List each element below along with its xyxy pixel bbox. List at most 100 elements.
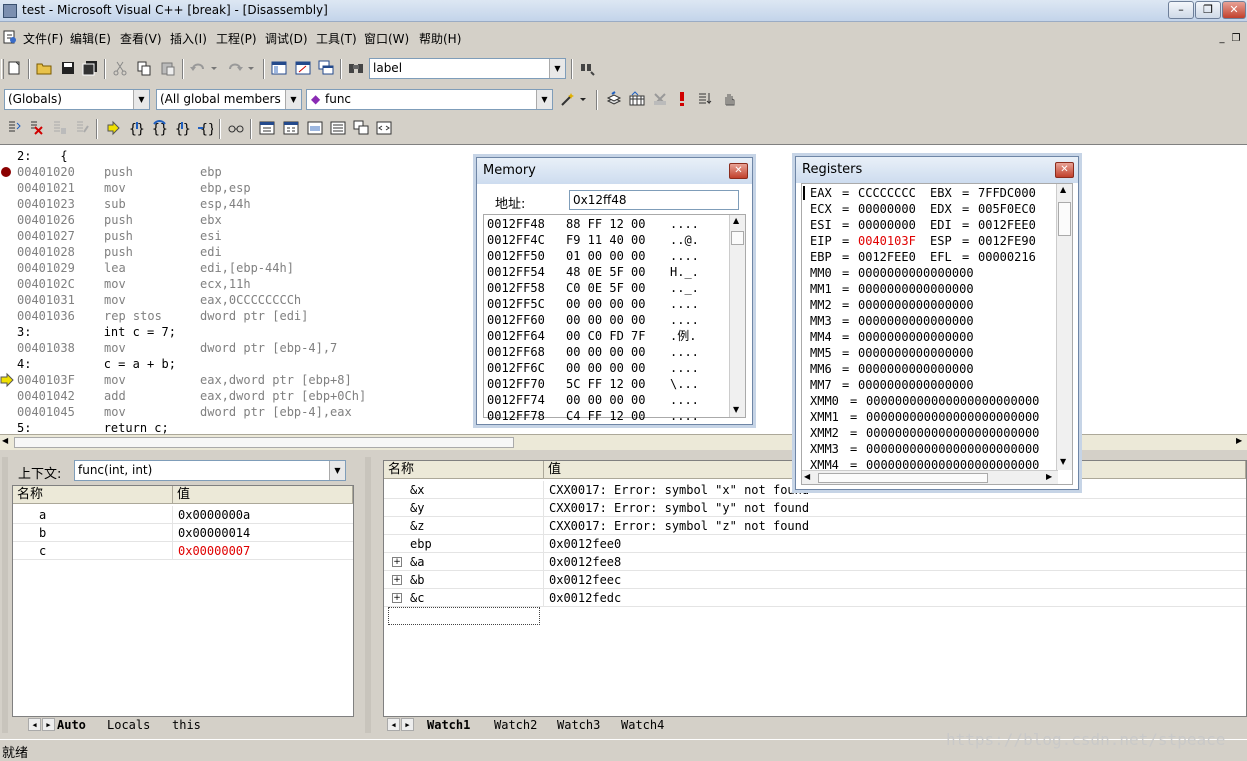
memory-close-button[interactable]: ✕	[729, 163, 748, 179]
variable-value[interactable]: 0x0000000a	[178, 506, 250, 524]
expand-icon[interactable]: +	[392, 557, 402, 567]
function-combo[interactable]: ◆ func ▼	[306, 89, 553, 110]
tab-scroll-left-icon[interactable]: ◀	[28, 718, 41, 731]
workspace-button[interactable]	[268, 57, 290, 79]
register-row[interactable]: MM6 = 0000000000000000	[802, 361, 1058, 377]
build-button[interactable]	[626, 88, 648, 110]
find-combo[interactable]: label ▼	[369, 58, 566, 79]
break-execution-button[interactable]	[48, 117, 70, 139]
tab-watch1[interactable]: Watch1	[427, 718, 470, 732]
register-row[interactable]: EBP = 0012FEE0 EFL = 00000216	[802, 249, 1058, 265]
memory-row[interactable]: 0012FF58 C0 0E 5F 00 .._.	[484, 280, 728, 296]
tab-scroll-right-icon[interactable]: ▶	[401, 718, 414, 731]
tab-scroll-left-icon[interactable]: ◀	[387, 718, 400, 731]
wizard-action-button[interactable]	[557, 88, 591, 110]
apply-code-changes-button[interactable]	[71, 117, 93, 139]
register-value[interactable]: 00000216	[978, 248, 1036, 266]
scroll-up-icon[interactable]: ▲	[733, 216, 739, 225]
memory-row[interactable]: 0012FF64 00 C0 FD 7F .例.	[484, 328, 728, 344]
register-row[interactable]: MM5 = 0000000000000000	[802, 345, 1058, 361]
memory-row[interactable]: 0012FF60 00 00 00 00....	[484, 312, 728, 328]
save-all-button[interactable]	[79, 57, 101, 79]
go-button[interactable]	[694, 88, 716, 110]
scroll-up-icon[interactable]: ▲	[1060, 185, 1066, 194]
register-row[interactable]: MM3 = 0000000000000000	[802, 313, 1058, 329]
context-combo[interactable]: func(int, int) ▼	[74, 460, 346, 481]
dropdown-arrow-icon[interactable]: ▼	[329, 461, 345, 480]
find-in-files-button[interactable]	[345, 57, 367, 79]
address-input[interactable]: 0x12ff48	[569, 190, 739, 210]
cut-button[interactable]	[109, 57, 131, 79]
variables-window-button[interactable]	[280, 117, 302, 139]
menu-edit[interactable]: 编辑(E)	[70, 30, 111, 47]
register-row[interactable]: MM1 = 0000000000000000	[802, 281, 1058, 297]
open-button[interactable]	[33, 57, 55, 79]
memory-row[interactable]: 0012FF54 48 0E 5F 00 H._.	[484, 264, 728, 280]
menu-view[interactable]: 查看(V)	[120, 30, 162, 47]
save-button[interactable]	[57, 57, 79, 79]
register-row[interactable]: ECX = 00000000 EDX = 005F0EC0	[802, 201, 1058, 217]
maximize-button[interactable]: ❐	[1195, 1, 1221, 19]
tab-this[interactable]: this	[172, 718, 201, 732]
restart-button[interactable]	[3, 117, 25, 139]
menu-tools[interactable]: 工具(T)	[316, 30, 357, 47]
table-row[interactable]: + &c 0x0012fedc	[384, 589, 1246, 607]
memory-vertical-scrollbar[interactable]: ▲ ▼	[729, 215, 745, 417]
registers-window-button[interactable]	[304, 117, 326, 139]
scroll-thumb[interactable]	[818, 473, 988, 483]
scroll-right-icon[interactable]: ▶	[1046, 472, 1052, 481]
table-row[interactable]: b 0x00000014	[13, 524, 353, 542]
members-combo[interactable]: (All global members ▼	[156, 89, 302, 110]
dropdown-arrow-icon[interactable]: ▼	[133, 90, 149, 109]
register-row[interactable]: XMM0 = 000000000000000000000000	[802, 393, 1058, 409]
variables-col-value[interactable]: 值	[173, 486, 353, 504]
register-row[interactable]: MM4 = 0000000000000000	[802, 329, 1058, 345]
stop-debugging-button[interactable]	[25, 117, 47, 139]
redo-button[interactable]	[224, 57, 258, 79]
register-row[interactable]: XMM1 = 000000000000000000000000	[802, 409, 1058, 425]
table-row[interactable]: + &b 0x0012feec	[384, 571, 1246, 589]
scroll-left-icon[interactable]: ◀	[2, 436, 8, 445]
menu-window[interactable]: 窗口(W)	[364, 30, 409, 47]
menu-insert[interactable]: 插入(I)	[170, 30, 207, 47]
dropdown-arrow-icon[interactable]: ▼	[536, 90, 552, 109]
minimize-button[interactable]: –	[1168, 1, 1194, 19]
insert-breakpoint-button[interactable]	[718, 88, 740, 110]
scroll-down-icon[interactable]: ▼	[733, 405, 739, 414]
mdi-document-icon[interactable]	[2, 29, 18, 45]
dock-grip[interactable]	[365, 457, 371, 733]
memory-row[interactable]: 0012FF6C 00 00 00 00....	[484, 360, 728, 376]
memory-row[interactable]: 0012FF5C 00 00 00 00....	[484, 296, 728, 312]
registers-close-button[interactable]: ✕	[1055, 162, 1074, 178]
register-row[interactable]: XMM2 = 000000000000000000000000	[802, 425, 1058, 441]
watch-value[interactable]: 0x0012fedc	[549, 589, 621, 607]
memory-row[interactable]: 0012FF78 C4 FF 12 00....	[484, 408, 728, 424]
scroll-right-icon[interactable]: ▶	[1236, 436, 1242, 445]
watch-name[interactable]: &c	[410, 589, 424, 607]
memory-window-button[interactable]	[327, 117, 349, 139]
variables-col-name[interactable]: 名称	[13, 486, 173, 504]
register-row[interactable]: XMM3 = 000000000000000000000000	[802, 441, 1058, 457]
stop-build-button[interactable]	[649, 88, 671, 110]
variable-value[interactable]: 0x00000014	[178, 524, 250, 542]
watch-name[interactable]: &y	[410, 499, 424, 517]
copy-button[interactable]	[133, 57, 155, 79]
memory-row[interactable]: 0012FF74 00 00 00 00....	[484, 392, 728, 408]
globals-combo[interactable]: (Globals) ▼	[4, 89, 150, 110]
close-button[interactable]: ✕	[1222, 1, 1246, 19]
tab-watch3[interactable]: Watch3	[557, 718, 600, 732]
disassembly-button[interactable]	[373, 117, 395, 139]
scroll-left-icon[interactable]: ◀	[804, 472, 810, 481]
watch-new-entry[interactable]	[388, 607, 540, 625]
undo-button[interactable]	[187, 57, 221, 79]
watch-name[interactable]: &z	[410, 517, 424, 535]
watch-value[interactable]: 0x0012feec	[549, 571, 621, 589]
tab-scroll-right-icon[interactable]: ▶	[42, 718, 55, 731]
new-file-button[interactable]	[3, 57, 25, 79]
variable-value[interactable]: 0x00000007	[178, 542, 250, 560]
tab-watch2[interactable]: Watch2	[494, 718, 537, 732]
watch-value[interactable]: CXX0017: Error: symbol "x" not found	[549, 481, 809, 499]
call-stack-button[interactable]	[350, 117, 372, 139]
register-row[interactable]: MM0 = 0000000000000000	[802, 265, 1058, 281]
watch-window-button[interactable]	[256, 117, 278, 139]
